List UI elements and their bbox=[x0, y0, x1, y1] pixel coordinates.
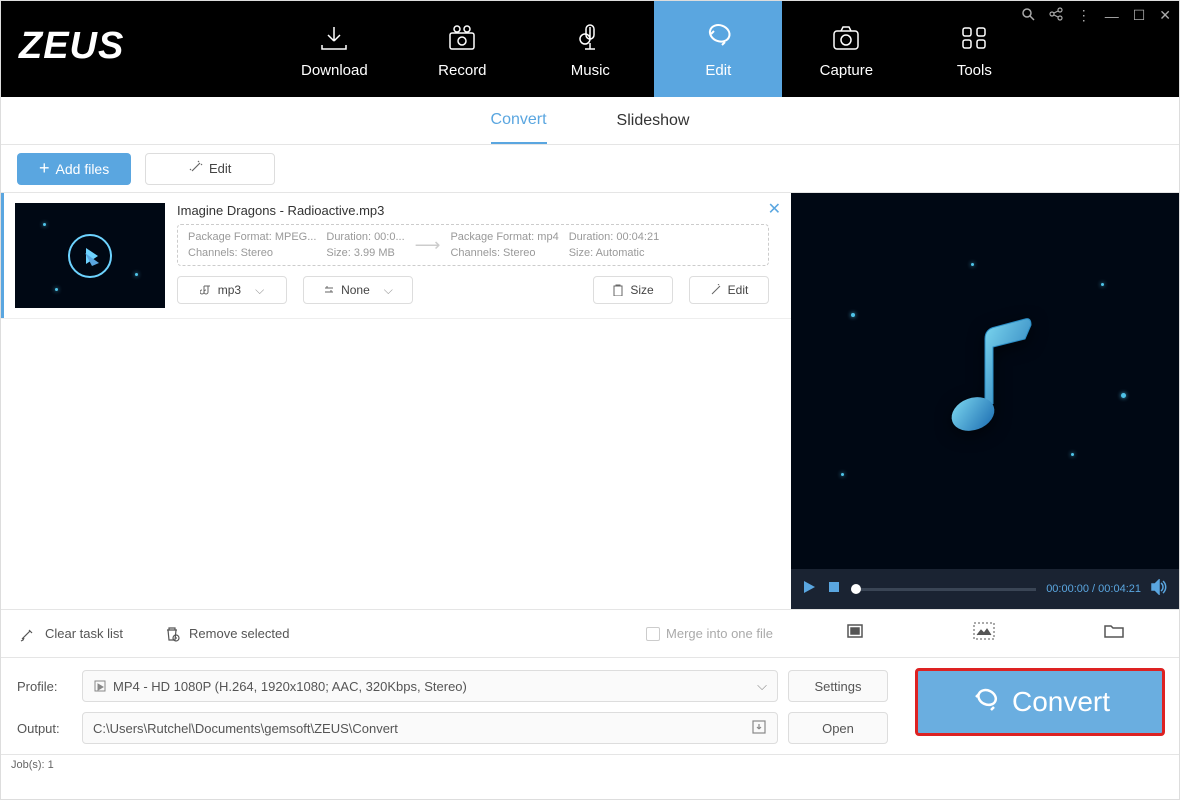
sub-tabs: Convert Slideshow bbox=[1, 97, 1179, 145]
list-actions: Clear task list Remove selected Merge in… bbox=[1, 609, 791, 657]
add-files-label: Add files bbox=[56, 161, 110, 177]
minimize-button[interactable]: — bbox=[1105, 8, 1119, 24]
share-icon[interactable] bbox=[1049, 7, 1063, 24]
output-label: Output: bbox=[17, 721, 72, 736]
chevron-down-icon: ⌵ bbox=[757, 678, 767, 694]
row-edit-button[interactable]: Edit bbox=[689, 276, 769, 304]
file-info: Imagine Dragons - Radioactive.mp3 Packag… bbox=[165, 203, 781, 308]
search-icon[interactable] bbox=[1021, 7, 1035, 24]
toolbar: + Add files Edit bbox=[1, 145, 1179, 193]
src-channels: Channels: Stereo bbox=[188, 247, 316, 259]
tab-slideshow[interactable]: Slideshow bbox=[617, 97, 690, 144]
dst-package: Package Format: mp4 bbox=[450, 231, 558, 243]
output-panel: Profile: MP4 - HD 1080P (H.264, 1920x108… bbox=[1, 657, 1179, 744]
edit-button[interactable]: Edit bbox=[145, 153, 275, 185]
music-note-icon bbox=[925, 309, 1045, 454]
file-name: Imagine Dragons - Radioactive.mp3 bbox=[177, 203, 769, 218]
folder-button[interactable] bbox=[1103, 622, 1125, 645]
settings-button[interactable]: Settings bbox=[788, 670, 888, 702]
nav-edit[interactable]: Edit bbox=[654, 1, 782, 97]
src-duration: Duration: 00:0... bbox=[326, 231, 404, 243]
nav-edit-label: Edit bbox=[705, 62, 731, 79]
music-icon bbox=[574, 20, 606, 56]
record-icon bbox=[446, 20, 478, 56]
chevron-down-icon: ⌵ bbox=[384, 283, 393, 298]
dst-duration: Duration: 00:04:21 bbox=[569, 231, 660, 243]
tab-convert[interactable]: Convert bbox=[491, 97, 547, 144]
play-button[interactable] bbox=[801, 579, 817, 600]
maximize-button[interactable]: ☐ bbox=[1133, 7, 1146, 24]
capture-icon bbox=[830, 20, 862, 56]
close-button[interactable]: ✕ bbox=[1159, 7, 1171, 24]
file-actions: mp3 ⌵ None ⌵ Size bbox=[177, 276, 769, 304]
size-button[interactable]: Size bbox=[593, 276, 673, 304]
nav-capture-label: Capture bbox=[820, 62, 873, 79]
fullscreen-button[interactable] bbox=[845, 622, 865, 645]
download-icon bbox=[318, 20, 350, 56]
format-dropdown[interactable]: mp3 ⌵ bbox=[177, 276, 287, 304]
app-logo: ZEUS bbox=[1, 1, 160, 97]
profile-dropdown[interactable]: MP4 - HD 1080P (H.264, 1920x1080; AAC, 3… bbox=[82, 670, 778, 702]
preview-area bbox=[791, 193, 1179, 569]
preview-actions bbox=[791, 609, 1179, 657]
nav-download-label: Download bbox=[301, 62, 368, 79]
time-display: 00:00:00 / 00:04:21 bbox=[1046, 583, 1141, 595]
profile-label: Profile: bbox=[17, 679, 72, 694]
save-icon bbox=[751, 719, 767, 738]
window-controls: ⋮ — ☐ ✕ bbox=[1021, 7, 1171, 24]
checkbox-icon bbox=[646, 627, 660, 641]
more-icon[interactable]: ⋮ bbox=[1077, 7, 1091, 24]
snapshot-button[interactable] bbox=[973, 622, 995, 645]
player-controls: 00:00:00 / 00:04:21 bbox=[791, 569, 1179, 609]
volume-button[interactable] bbox=[1151, 579, 1169, 600]
wand-icon bbox=[189, 160, 203, 177]
nav-capture[interactable]: Capture bbox=[782, 1, 910, 97]
nav-music[interactable]: Music bbox=[526, 1, 654, 97]
src-package: Package Format: MPEG... bbox=[188, 231, 316, 243]
clear-list-button[interactable]: Clear task list bbox=[19, 625, 123, 643]
tools-icon bbox=[959, 20, 989, 56]
remove-selected-button[interactable]: Remove selected bbox=[163, 625, 289, 643]
app-header: ZEUS Download Record Music Edit bbox=[1, 1, 1179, 97]
remove-file-button[interactable]: ✕ bbox=[768, 199, 781, 219]
dst-size: Size: Automatic bbox=[569, 247, 660, 259]
chevron-down-icon: ⌵ bbox=[255, 283, 264, 298]
effect-dropdown[interactable]: None ⌵ bbox=[303, 276, 413, 304]
arrow-icon: ⟶ bbox=[415, 235, 441, 256]
dst-channels: Channels: Stereo bbox=[450, 247, 558, 259]
seek-handle[interactable] bbox=[851, 584, 861, 594]
file-thumbnail[interactable] bbox=[15, 203, 165, 308]
seek-bar[interactable] bbox=[851, 588, 1036, 591]
edit-label: Edit bbox=[209, 161, 231, 176]
merge-checkbox[interactable]: Merge into one file bbox=[646, 626, 773, 641]
file-list-pane: ✕ Imagine Dragons - Radioactive.mp3 Pack… bbox=[1, 193, 791, 657]
nav-record-label: Record bbox=[438, 62, 486, 79]
nav-tools-label: Tools bbox=[957, 62, 992, 79]
nav-download[interactable]: Download bbox=[270, 1, 398, 97]
add-files-button[interactable]: + Add files bbox=[17, 153, 131, 185]
edit-icon bbox=[702, 20, 734, 56]
output-path-field[interactable]: C:\Users\Rutchel\Documents\gemsoft\ZEUS\… bbox=[82, 712, 778, 744]
file-row[interactable]: ✕ Imagine Dragons - Radioactive.mp3 Pack… bbox=[1, 193, 791, 319]
status-bar: Job(s): 1 bbox=[1, 754, 1179, 775]
nav-music-label: Music bbox=[571, 62, 610, 79]
src-size: Size: 3.99 MB bbox=[326, 247, 404, 259]
file-specs: Package Format: MPEG... Channels: Stereo… bbox=[177, 224, 769, 266]
open-button[interactable]: Open bbox=[788, 712, 888, 744]
nav-tools[interactable]: Tools bbox=[910, 1, 1038, 97]
main-nav: Download Record Music Edit Capture bbox=[270, 1, 1038, 97]
nav-record[interactable]: Record bbox=[398, 1, 526, 97]
stop-button[interactable] bbox=[827, 580, 841, 599]
convert-button[interactable]: Convert bbox=[915, 668, 1165, 736]
main-area: ✕ Imagine Dragons - Radioactive.mp3 Pack… bbox=[1, 193, 1179, 657]
plus-icon: + bbox=[39, 158, 50, 179]
preview-pane: 00:00:00 / 00:04:21 bbox=[791, 193, 1179, 657]
